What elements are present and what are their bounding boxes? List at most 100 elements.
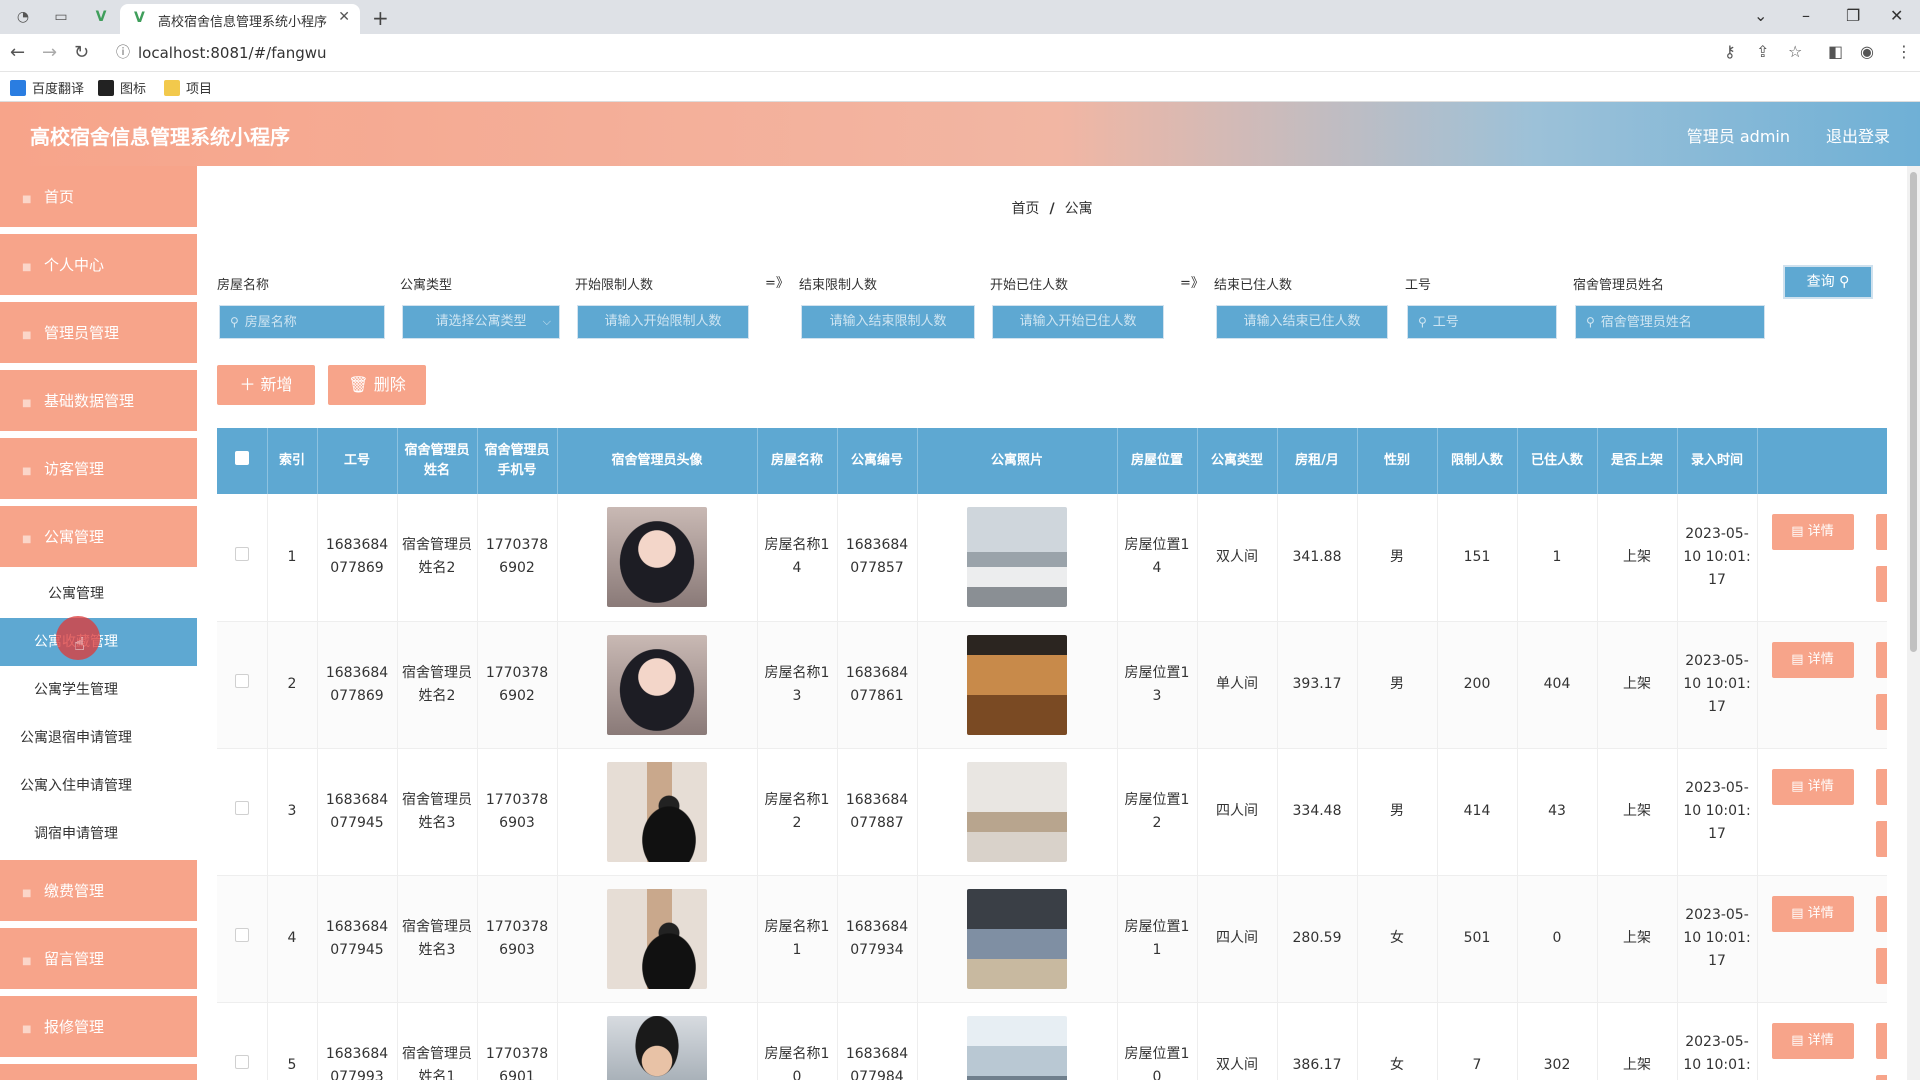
bookmark-2[interactable]: 项目 <box>164 78 212 97</box>
sidebar-item-home[interactable]: ■ 首页 <box>0 166 197 228</box>
breadcrumb-home[interactable]: 首页 <box>1011 201 1039 217</box>
apt-type-select[interactable]: 请选择公寓类型 ⌵ <box>402 305 560 339</box>
lived-start-input[interactable]: 请输入开始已住人数 <box>992 305 1164 339</box>
sidepanel-icon[interactable]: ◧ <box>1828 42 1843 61</box>
sidebar-item-repairs[interactable]: ■ 报修管理 <box>0 996 197 1058</box>
cell-gender: 女 <box>1357 1002 1438 1080</box>
cell-location: 房屋位置13 <box>1117 621 1198 749</box>
sidebar-item-messages[interactable]: ■ 留言管理 <box>0 928 197 990</box>
row-select[interactable] <box>217 1002 268 1080</box>
cell-gender: 男 <box>1357 748 1438 876</box>
more-action-button[interactable] <box>1875 693 1887 730</box>
subitem-checkin-requests[interactable]: 公寓入住申请管理 <box>0 762 197 810</box>
forward-icon[interactable]: → <box>42 42 57 63</box>
info-icon[interactable]: ⓘ <box>116 39 130 67</box>
edit-button[interactable] <box>1875 641 1887 678</box>
admin-avatar-image[interactable] <box>607 1015 707 1080</box>
tab-search-chevron-icon[interactable]: ⌄ <box>1754 6 1767 25</box>
checkbox-icon[interactable] <box>234 1055 249 1069</box>
detail-button[interactable]: ▤ 详情 <box>1771 641 1854 678</box>
tab-list-icon[interactable]: ▭ <box>52 8 70 26</box>
apartment-photo-image[interactable] <box>967 888 1067 989</box>
subitem-apartment-students[interactable]: 公寓学生管理 <box>0 666 197 714</box>
share-icon[interactable]: ⇪ <box>1756 42 1769 61</box>
page-scrollbar[interactable] <box>1907 166 1920 1080</box>
sidebar-item-payments[interactable]: ■ 缴费管理 <box>0 860 197 922</box>
query-button[interactable]: 查询 ⚲ <box>1783 265 1873 299</box>
bookmark-0[interactable]: 百度翻译 <box>10 78 84 97</box>
browser-menu-icon[interactable]: ◔ <box>14 8 32 26</box>
detail-button[interactable]: ▤ 详情 <box>1771 514 1854 550</box>
sidebar-item-visitors[interactable]: ■ 访客管理 <box>0 438 197 500</box>
more-icon[interactable]: ⋮ <box>1896 42 1912 61</box>
more-action-button[interactable] <box>1875 820 1887 857</box>
more-action-button[interactable] <box>1875 947 1887 984</box>
search-icon: ⚲ <box>230 315 239 329</box>
cell-apt-type: 单人间 <box>1197 621 1278 749</box>
detail-button[interactable]: ▤ 详情 <box>1771 1022 1854 1059</box>
cell-lived: 43 <box>1517 748 1598 876</box>
row-select[interactable] <box>217 748 268 876</box>
minimize-icon[interactable]: – <box>1802 6 1810 25</box>
sidebar-item-admins[interactable]: ■ 管理员管理 <box>0 302 197 364</box>
checkbox-icon[interactable] <box>234 928 249 942</box>
checkbox-icon[interactable] <box>234 801 249 815</box>
admin-avatar-image[interactable] <box>607 634 707 735</box>
logout-button[interactable]: 退出登录 <box>1826 123 1890 147</box>
checkbox-icon[interactable] <box>234 546 249 561</box>
more-action-button[interactable] <box>1875 566 1887 602</box>
row-select[interactable] <box>217 494 268 622</box>
edit-button[interactable] <box>1875 895 1887 932</box>
lived-end-input[interactable]: 请输入结束已住人数 <box>1216 305 1388 339</box>
url-field[interactable]: ⓘ localhost:8081/#/fangwu <box>112 39 1692 67</box>
row-select[interactable] <box>217 621 268 749</box>
admin-avatar-image[interactable] <box>607 761 707 862</box>
row-select[interactable] <box>217 875 268 1003</box>
subitem-checkout-requests[interactable]: 公寓退宿申请管理 <box>0 714 197 762</box>
sidebar-item-basic-data[interactable]: ■ 基础数据管理 <box>0 370 197 432</box>
admin-name-input[interactable]: ⚲ 宿舍管理员姓名 <box>1575 305 1765 339</box>
apartment-photo-image[interactable] <box>967 507 1067 608</box>
select-all-checkbox[interactable] <box>217 428 268 494</box>
close-window-icon[interactable]: ✕ <box>1890 6 1903 25</box>
back-icon[interactable]: ← <box>10 42 25 63</box>
reload-icon[interactable]: ↻ <box>74 42 89 63</box>
sidebar-item-more[interactable] <box>0 1064 197 1080</box>
job-number-input[interactable]: ⚲ 工号 <box>1407 305 1557 339</box>
close-tab-icon[interactable]: ✕ <box>338 9 350 25</box>
apartment-photo-image[interactable] <box>967 634 1067 735</box>
key-icon[interactable]: ⚷ <box>1724 42 1736 61</box>
add-button[interactable]: ＋ 新增 <box>217 365 315 405</box>
restore-icon[interactable]: ❐ <box>1846 6 1860 25</box>
edit-button[interactable] <box>1875 768 1887 805</box>
admin-avatar-image[interactable] <box>607 507 707 608</box>
cell-admin-avatar <box>557 748 758 876</box>
more-action-button[interactable] <box>1875 1074 1887 1080</box>
edit-button[interactable] <box>1875 1022 1887 1059</box>
subitem-transfer-requests[interactable]: 调宿申请管理 <box>0 810 197 858</box>
checkbox-icon[interactable] <box>234 674 249 688</box>
star-icon[interactable]: ☆ <box>1788 42 1802 61</box>
edit-button[interactable] <box>1875 514 1887 550</box>
active-tab[interactable]: V 高校宿舍信息管理系统小程序 ✕ <box>120 4 360 34</box>
detail-button[interactable]: ▤ 详情 <box>1771 895 1854 932</box>
house-name-input[interactable]: ⚲ 房屋名称 <box>219 305 385 339</box>
limit-start-input[interactable]: 请输入开始限制人数 <box>577 305 749 339</box>
apartment-photo-image[interactable] <box>967 1015 1067 1080</box>
profile-icon[interactable]: ◉ <box>1860 42 1874 61</box>
detail-button[interactable]: ▤ 详情 <box>1771 768 1854 805</box>
pinned-tab-icon[interactable]: V <box>92 8 110 26</box>
apartment-photo-image[interactable] <box>967 761 1067 862</box>
subitem-apartment-manage[interactable]: 公寓管理 <box>0 570 197 618</box>
admin-avatar-image[interactable] <box>607 888 707 989</box>
bookmark-1[interactable]: 图标 <box>98 78 146 97</box>
checkbox-icon[interactable] <box>234 450 249 465</box>
cell-apt-photo <box>917 621 1118 749</box>
delete-button[interactable]: 🗑 删除 <box>328 365 426 405</box>
sidebar-item-apartments[interactable]: ■ 公寓管理 <box>0 506 197 568</box>
sidebar-item-profile[interactable]: ■ 个人中心 <box>0 234 197 296</box>
new-tab-icon[interactable]: + <box>372 6 389 30</box>
limit-end-input[interactable]: 请输入结束限制人数 <box>801 305 975 339</box>
cell-listed: 上架 <box>1597 621 1678 749</box>
scrollbar-thumb[interactable] <box>1910 172 1917 652</box>
